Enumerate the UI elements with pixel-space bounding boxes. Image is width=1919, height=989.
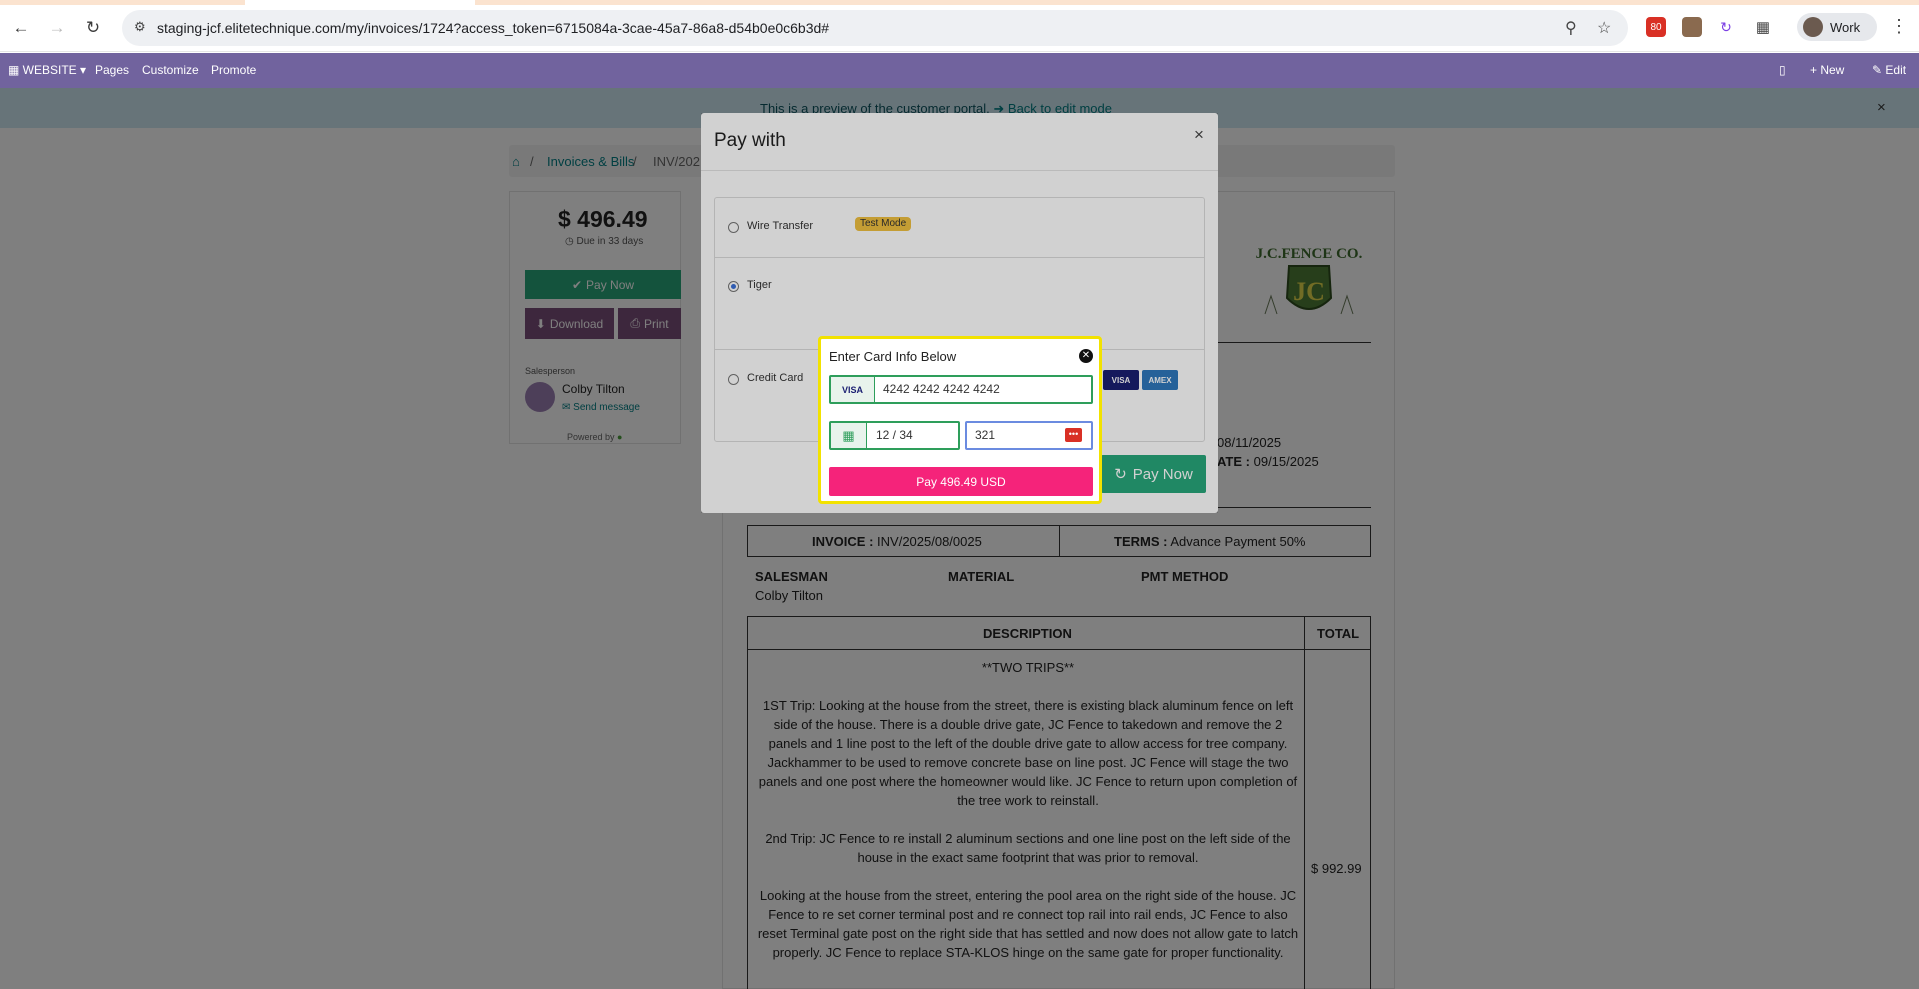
card-popup-title: Enter Card Info Below	[829, 349, 957, 364]
expiry-field[interactable]: ▦ 12 / 34	[829, 421, 960, 450]
card-brand-label: VISA	[841, 384, 863, 395]
back-icon[interactable]: ←	[10, 17, 32, 39]
website-editor-bar: ▦ WEBSITE ▾ Pages Customize Promote ▯ + …	[0, 53, 1919, 88]
clickup-extension-icon[interactable]: ↻	[1716, 17, 1736, 37]
close-popup-icon[interactable]: ✕	[1079, 349, 1093, 363]
profile-button[interactable]: Work	[1797, 13, 1877, 41]
promote-menu[interactable]: Promote	[211, 63, 256, 77]
bookmark-star-icon[interactable]: ☆	[1597, 18, 1611, 38]
site-info-icon[interactable]: ⚙	[134, 19, 150, 35]
profile-avatar	[1803, 17, 1823, 37]
zoom-icon[interactable]: ⚲	[1565, 18, 1577, 38]
forward-icon[interactable]: →	[46, 17, 68, 39]
url-text[interactable]: staging-jcf.elitetechnique.com/my/invoic…	[157, 20, 829, 36]
browser-chrome: ← → ↻ ⚙ staging-jcf.elitetechnique.com/m…	[0, 0, 1919, 52]
browser-menu-icon[interactable]: ⋮	[1890, 16, 1908, 37]
website-menu[interactable]: ▦ WEBSITE ▾	[8, 63, 86, 77]
cvc-value[interactable]: 321	[975, 428, 995, 442]
customize-menu[interactable]: Customize	[142, 63, 199, 77]
card-info-popup: Enter Card Info Below ✕ VISA 4242 4242 4…	[818, 336, 1102, 504]
cvc-field[interactable]: 321 •••	[965, 421, 1093, 450]
calendar-extension-icon[interactable]: 80	[1646, 17, 1666, 37]
extensions-puzzle-icon[interactable]: ▦	[1753, 17, 1773, 37]
card-number-value[interactable]: 4242 4242 4242 4242	[883, 382, 1000, 396]
mobile-preview-icon[interactable]: ▯	[1779, 63, 1786, 77]
reload-icon[interactable]: ↻	[82, 17, 104, 39]
expiry-value[interactable]: 12 / 34	[876, 428, 913, 442]
card-number-field[interactable]: VISA 4242 4242 4242 4242	[829, 375, 1093, 404]
pages-menu[interactable]: Pages	[95, 63, 129, 77]
edit-button[interactable]: ✎ Edit	[1872, 63, 1906, 77]
tab-strip	[0, 0, 1919, 5]
cvc-card-icon: •••	[1065, 428, 1082, 442]
profile-label: Work	[1830, 19, 1861, 35]
visa-card-icon: VISA	[831, 377, 875, 402]
calendar-icon: ▦	[831, 423, 867, 448]
new-button[interactable]: + New	[1810, 63, 1844, 77]
extension-badge: 80	[1650, 21, 1662, 33]
active-tab[interactable]	[245, 0, 475, 5]
extension-icon[interactable]	[1682, 17, 1702, 37]
pay-usd-button[interactable]: Pay 496.49 USD	[829, 467, 1093, 496]
